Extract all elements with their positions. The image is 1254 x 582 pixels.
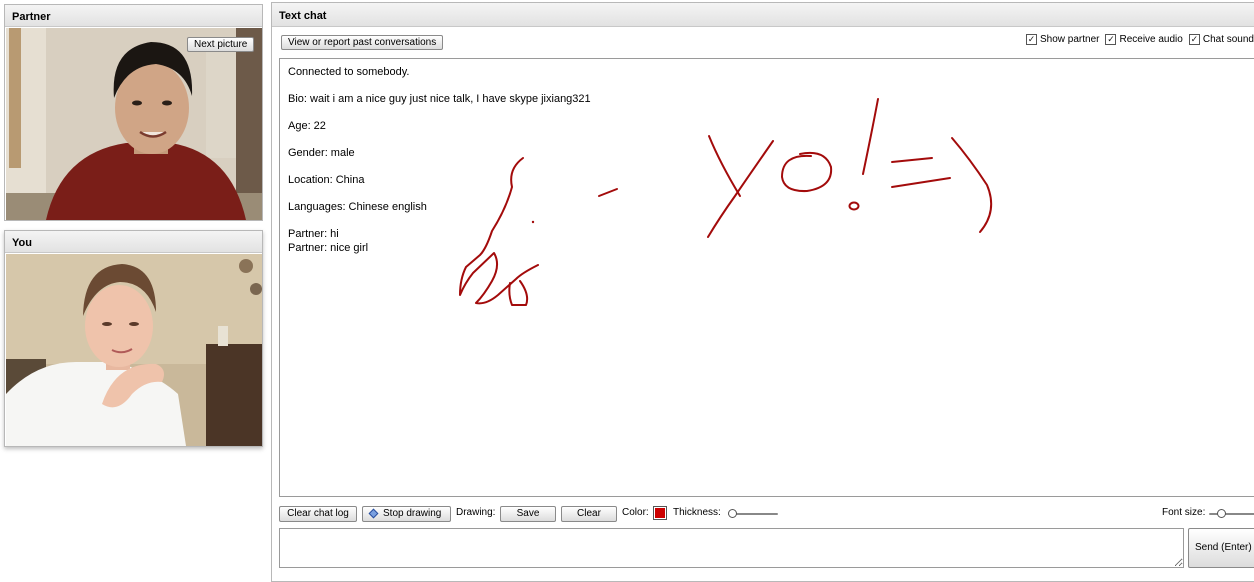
receive-audio-option[interactable]: ✓ Receive audio <box>1105 34 1183 45</box>
drawing-stroke <box>508 280 529 306</box>
drawing-stroke <box>891 157 933 163</box>
chat-log[interactable]: Connected to somebody. Bio: wait i am a … <box>279 58 1254 497</box>
drawing-stroke <box>708 135 741 197</box>
pen-icon <box>368 508 379 519</box>
show-partner-label: Show partner <box>1039 34 1100 45</box>
pen-color-picker[interactable] <box>653 506 667 520</box>
color-label: Color: <box>622 507 649 518</box>
chat-sound-checkbox[interactable]: ✓ <box>1188 34 1200 45</box>
send-button[interactable]: Send (Enter) <box>1188 528 1254 568</box>
partner-webcam-video <box>6 28 262 220</box>
partner-panel-title: Partner <box>5 5 262 27</box>
font-size-slider-knob[interactable] <box>1217 509 1226 518</box>
clear-chat-log-button[interactable]: Clear chat log <box>279 506 357 522</box>
stop-drawing-button[interactable]: Stop drawing <box>362 506 451 522</box>
thickness-slider[interactable] <box>728 509 778 518</box>
show-partner-checkbox[interactable]: ✓ <box>1025 34 1037 45</box>
drawing-label: Drawing: <box>456 507 496 518</box>
drawing-stroke <box>598 188 618 197</box>
thickness-label: Thickness: <box>673 507 721 518</box>
receive-audio-label: Receive audio <box>1119 34 1183 45</box>
drawing-stroke <box>459 157 539 305</box>
drawing-stroke <box>862 98 879 175</box>
pen-color-swatch <box>655 508 665 518</box>
show-partner-option[interactable]: ✓ Show partner <box>1025 34 1100 45</box>
thickness-slider-knob[interactable] <box>728 509 737 518</box>
next-picture-button[interactable]: Next picture <box>187 37 255 52</box>
drawing-stroke <box>891 177 951 188</box>
drawing-stroke <box>951 137 993 233</box>
clear-drawing-button[interactable]: Clear <box>561 506 617 522</box>
drawing-stroke <box>781 151 833 193</box>
receive-audio-checkbox[interactable]: ✓ <box>1105 34 1117 45</box>
font-size-slider[interactable] <box>1209 509 1254 518</box>
drawing-dot <box>531 220 535 224</box>
font-size-label: Font size: <box>1162 507 1206 518</box>
drawing-canvas[interactable] <box>280 59 1254 497</box>
view-past-conversations-button[interactable]: View or report past conversations <box>281 35 444 50</box>
message-input[interactable] <box>279 528 1184 568</box>
text-chat-title: Text chat <box>272 3 1254 27</box>
partner-panel: Partner Next picture <box>4 4 263 221</box>
chat-options: ✓ Show partner ✓ Receive audio ✓ Chat so… <box>1025 34 1254 45</box>
you-panel-title: You <box>5 231 262 253</box>
you-panel: You <box>4 230 263 447</box>
save-drawing-button[interactable]: Save <box>500 506 556 522</box>
chat-toolbar: Clear chat log Stop drawing Drawing: Sav… <box>279 505 1254 523</box>
chat-sound-option[interactable]: ✓ Chat sound <box>1188 34 1254 45</box>
self-webcam-video <box>6 254 262 446</box>
stop-drawing-label: Stop drawing <box>383 508 442 519</box>
chat-sound-label: Chat sound <box>1202 34 1254 45</box>
drawing-stroke <box>848 201 860 211</box>
